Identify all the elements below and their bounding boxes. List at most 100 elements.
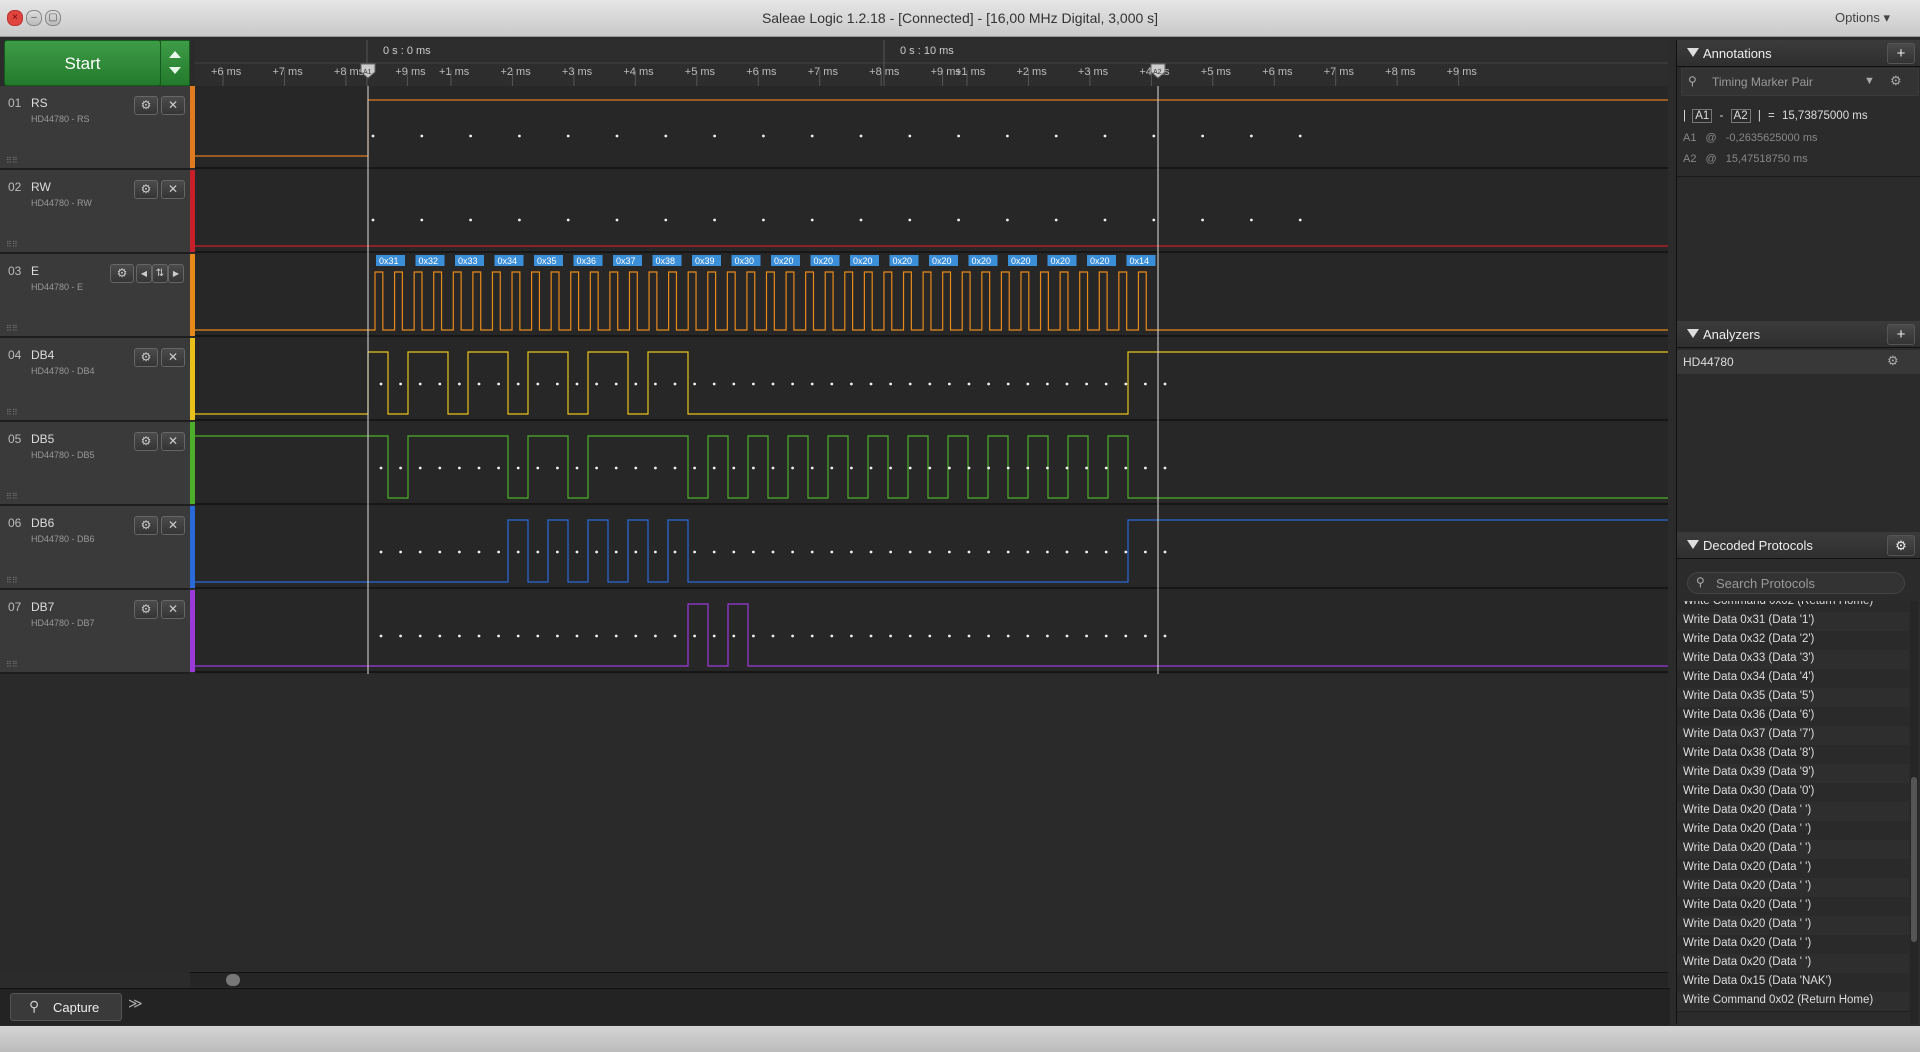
gear-icon[interactable]: ⚙ <box>134 432 158 451</box>
decoded-bubble[interactable]: 0x20 <box>850 255 879 266</box>
drag-grip-icon[interactable]: ⠿⠿ <box>6 660 18 669</box>
decoded-settings-button[interactable]: ⚙ <box>1887 535 1915 556</box>
protocol-row[interactable]: Write Data 0x20 (Data ' ') <box>1677 821 1909 841</box>
start-button[interactable]: Start <box>4 40 161 86</box>
decoded-bubble[interactable]: 0x20 <box>771 255 800 266</box>
channel-name[interactable]: DB6 <box>31 516 54 530</box>
horizontal-scrollbar[interactable] <box>190 972 1668 987</box>
protocol-row[interactable]: Write Data 0x30 (Data '0') <box>1677 783 1909 803</box>
protocol-row[interactable]: Write Data 0x32 (Data '2') <box>1677 631 1909 651</box>
decoded-bubble[interactable]: 0x36 <box>573 255 603 266</box>
decoded-bubble[interactable]: 0x20 <box>1047 255 1077 266</box>
protocol-row[interactable]: Write Data 0x31 (Data '1') <box>1677 612 1909 632</box>
protocols-scrollbar[interactable] <box>1910 601 1918 1024</box>
close-icon[interactable]: ✕ <box>161 180 185 199</box>
scroll-thumb[interactable] <box>1911 777 1917 942</box>
timeline-ruler[interactable]: 0 s : 0 ms 0 s : 10 ms +6 ms +7 ms +8 ms +9 m… <box>195 40 1668 87</box>
drag-grip-icon[interactable]: ⠿⠿ <box>6 576 18 585</box>
decoded-bubble[interactable]: 0x14 <box>1126 255 1156 266</box>
decoded-protocols-list[interactable]: Write Command 0x02 (Return Home) Write Da… <box>1677 601 1909 1024</box>
decoded-bubble[interactable]: 0x38 <box>652 255 682 266</box>
next-edge-icon[interactable]: ▶ <box>168 264 184 283</box>
protocol-row[interactable]: Write Data 0x20 (Data ' ') <box>1677 897 1909 917</box>
decoded-bubble[interactable]: 0x32 <box>415 255 445 266</box>
channel-name[interactable]: DB5 <box>31 432 54 446</box>
drag-grip-icon[interactable]: ⠿⠿ <box>6 156 18 165</box>
drag-grip-icon[interactable]: ⠿⠿ <box>6 492 18 501</box>
decoded-bubble[interactable]: 0x20 <box>810 255 840 266</box>
protocol-row[interactable]: Write Data 0x20 (Data ' ') <box>1677 878 1909 898</box>
close-icon[interactable]: ✕ <box>161 600 185 619</box>
protocol-row[interactable]: Write Data 0x33 (Data '3') <box>1677 650 1909 670</box>
decoded-bubble[interactable]: 0x20 <box>1008 255 1037 266</box>
prev-edge-icon[interactable]: ◀ <box>136 264 152 283</box>
protocol-row[interactable]: Write Data 0x20 (Data ' ') <box>1677 935 1909 955</box>
edge-icon[interactable]: ⇅ <box>152 264 168 283</box>
timing-marker-pair-row[interactable]: ⚲ Timing Marker Pair ▼ ⚙ <box>1681 68 1919 96</box>
protocol-row[interactable]: Write Data 0x39 (Data '9') <box>1677 764 1909 784</box>
add-annotation-button[interactable]: + <box>1887 43 1915 64</box>
drag-grip-icon[interactable]: ⠿⠿ <box>6 408 18 417</box>
decoded-bubble[interactable]: 0x31 <box>376 255 405 266</box>
channel-db6[interactable]: 06 DB6 HD44780 - DB6 ⠿⠿ ⚙ ✕ <box>0 506 195 590</box>
channel-name[interactable]: DB7 <box>31 600 54 614</box>
protocol-row[interactable]: Write Data 0x36 (Data '6') <box>1677 707 1909 727</box>
drag-grip-icon[interactable]: ⠿⠿ <box>6 324 18 333</box>
gear-icon[interactable]: ⚙ <box>110 264 134 283</box>
protocol-row[interactable]: Write Data 0x20 (Data ' ') <box>1677 859 1909 879</box>
decoded-bubble[interactable]: 0x20 <box>1087 255 1116 266</box>
scroll-thumb[interactable] <box>226 974 240 986</box>
protocol-row[interactable]: Write Data 0x20 (Data ' ') <box>1677 954 1909 974</box>
analyzers-header[interactable]: Analyzers + <box>1677 321 1920 348</box>
waveform-area[interactable]: 0x31 0x32 0x33 0x34 0x35 0x36 0x37 0x38 0x39 0x30… <box>195 86 1668 674</box>
decoded-bubble[interactable]: 0x39 <box>692 255 721 266</box>
decoded-bubble[interactable]: 0x34 <box>494 255 524 266</box>
close-icon[interactable]: ✕ <box>161 516 185 535</box>
decoded-bubble[interactable]: 0x20 <box>889 255 919 266</box>
decoded-bubble[interactable]: 0x20 <box>929 255 958 266</box>
decoded-bubble[interactable]: 0x35 <box>534 255 563 266</box>
protocol-row[interactable]: Write Data 0x34 (Data '4') <box>1677 669 1909 689</box>
capture-tab[interactable]: ⚲ Capture <box>10 993 122 1021</box>
protocol-row[interactable]: Write Data 0x20 (Data ' ') <box>1677 840 1909 860</box>
protocol-row[interactable]: Write Data 0x35 (Data '5') <box>1677 688 1909 708</box>
search-protocols-input[interactable] <box>1714 574 1898 592</box>
channel-db5[interactable]: 05 DB5 HD44780 - DB5 ⠿⠿ ⚙ ✕ <box>0 422 195 506</box>
protocol-row[interactable]: Write Data 0x37 (Data '7') <box>1677 726 1909 746</box>
collapse-triangle-icon[interactable] <box>1687 48 1699 57</box>
channel-rs[interactable]: 01 RS HD44780 - RS ⠿⠿ ⚙ ✕ <box>0 86 195 170</box>
protocol-row[interactable]: Write Data 0x15 (Data 'NAK') <box>1677 973 1909 993</box>
arrow-down-icon[interactable] <box>169 67 181 74</box>
start-options-spinner[interactable] <box>160 40 190 86</box>
gear-icon[interactable]: ⚙ <box>134 600 158 619</box>
protocol-row[interactable]: Write Command 0x02 (Return Home) <box>1677 992 1909 1012</box>
analyzer-item[interactable]: HD44780 ⚙ <box>1677 350 1920 374</box>
channel-db7[interactable]: 07 DB7 HD44780 - DB7 ⠿⠿ ⚙ ✕ <box>0 590 195 674</box>
dropdown-arrow-icon[interactable]: ▼ <box>1864 75 1875 87</box>
gear-icon[interactable]: ⚙ <box>134 96 158 115</box>
channel-name[interactable]: RW <box>31 180 51 194</box>
add-analyzer-button[interactable]: + <box>1887 324 1915 345</box>
decoded-protocols-header[interactable]: Decoded Protocols ⚙ <box>1677 532 1920 559</box>
close-icon[interactable]: ✕ <box>161 96 185 115</box>
search-protocols-box[interactable]: ⚲ <box>1687 572 1905 594</box>
gear-icon[interactable]: ⚙ <box>134 180 158 199</box>
protocol-row[interactable]: Write Data 0x38 (Data '8') <box>1677 745 1909 765</box>
collapse-triangle-icon[interactable] <box>1687 329 1699 338</box>
channel-db4[interactable]: 04 DB4 HD44780 - DB4 ⠿⠿ ⚙ ✕ <box>0 338 195 422</box>
arrow-up-icon[interactable] <box>169 51 181 58</box>
gear-icon[interactable]: ⚙ <box>1890 73 1902 89</box>
channel-name[interactable]: DB4 <box>31 348 54 362</box>
decoded-bubble[interactable]: 0x20 <box>968 255 998 266</box>
gear-icon[interactable]: ⚙ <box>1887 353 1899 369</box>
channel-rw[interactable]: 02 RW HD44780 - RW ⠿⠿ ⚙ ✕ <box>0 170 195 254</box>
drag-grip-icon[interactable]: ⠿⠿ <box>6 240 18 249</box>
collapse-triangle-icon[interactable] <box>1687 540 1699 549</box>
more-tabs-icon[interactable]: ≫ <box>128 995 143 1012</box>
channel-name[interactable]: E <box>31 264 39 278</box>
close-icon[interactable]: ✕ <box>161 432 185 451</box>
decoded-bubble[interactable]: 0x37 <box>613 255 642 266</box>
protocol-row[interactable]: Write Data 0x20 (Data ' ') <box>1677 916 1909 936</box>
gear-icon[interactable]: ⚙ <box>134 516 158 535</box>
decoded-bubble[interactable]: 0x30 <box>731 255 761 266</box>
